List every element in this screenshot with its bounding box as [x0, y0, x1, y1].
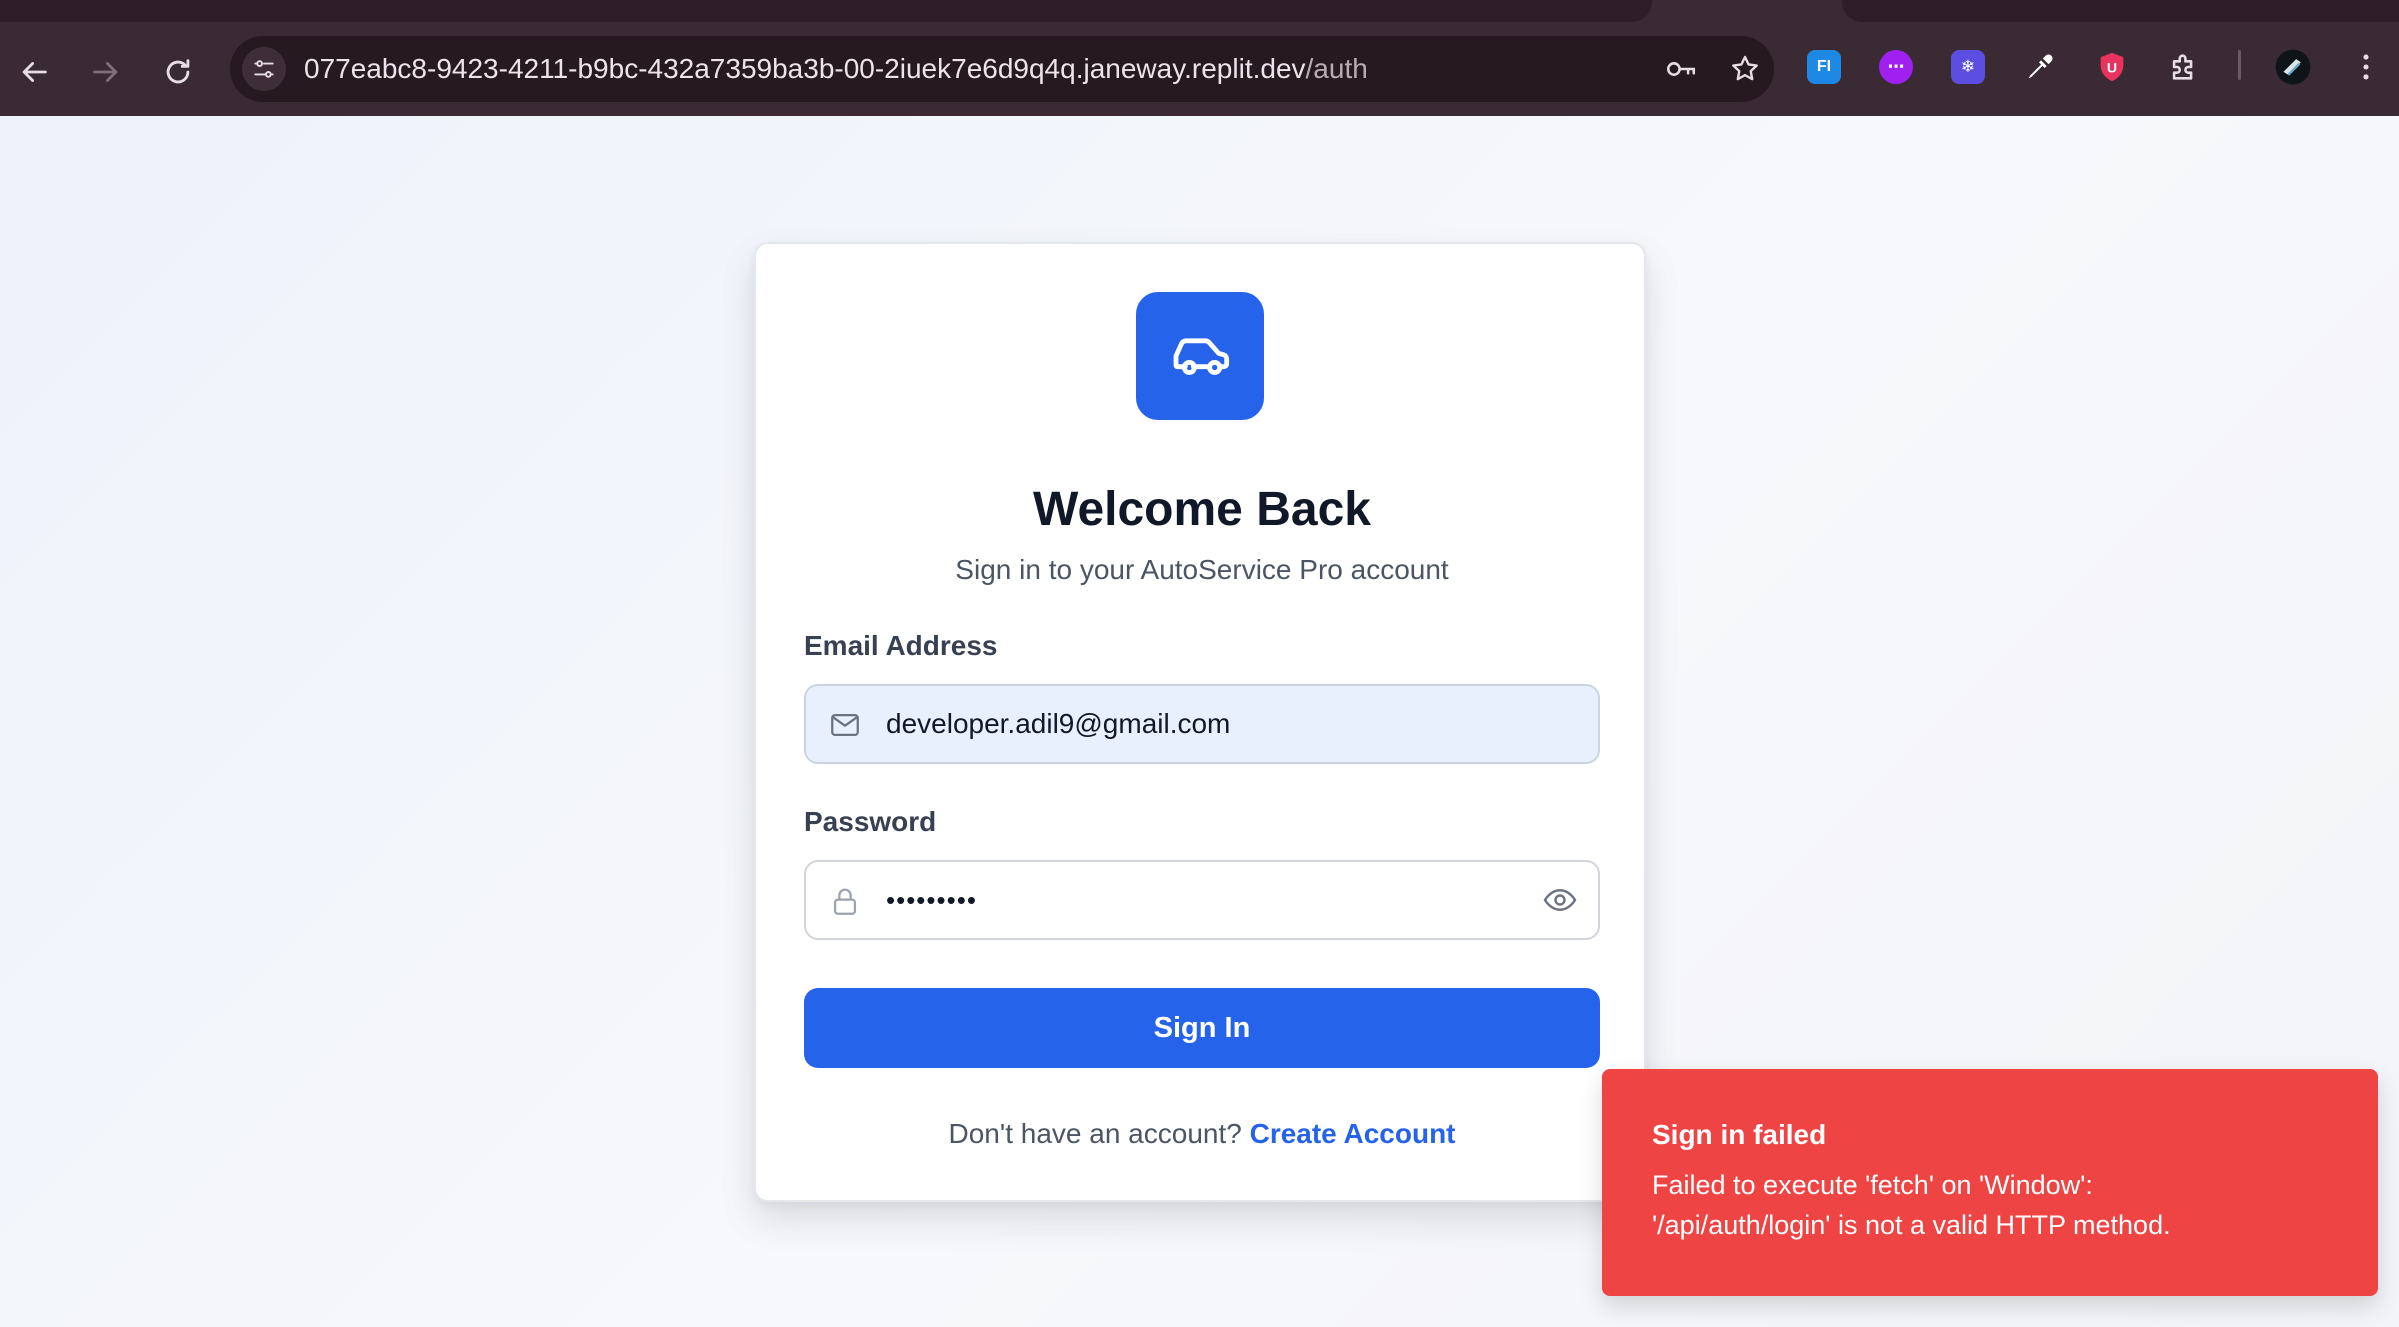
- toolbar-divider: [2238, 50, 2241, 80]
- reload-icon: [166, 59, 190, 84]
- browser-menu-button[interactable]: [2345, 46, 2387, 88]
- extension-snowflake[interactable]: ❄: [1947, 46, 1989, 88]
- password-value: •••••••••: [886, 885, 977, 915]
- profile-avatar-button[interactable]: [2272, 46, 2314, 88]
- purple-code-extension-icon: ⋯: [1879, 50, 1913, 84]
- sign-in-button[interactable]: Sign In: [804, 988, 1600, 1068]
- url-text[interactable]: 077eabc8-9423-4211-b9bc-432a7359ba3b-00-…: [304, 36, 1368, 102]
- app-logo: [1136, 292, 1264, 420]
- extension-shield[interactable]: U: [2091, 46, 2133, 88]
- tune-icon: [254, 60, 274, 78]
- toast-title: Sign in failed: [1652, 1119, 1827, 1150]
- browser-toolbar: 077eabc8-9423-4211-b9bc-432a7359ba3b-00-…: [0, 22, 2399, 116]
- reload-button[interactable]: [158, 52, 198, 92]
- bookmark-star-button[interactable]: [1726, 50, 1764, 88]
- forward-button[interactable]: [86, 52, 126, 92]
- key-icon: [1666, 62, 1696, 76]
- error-toast[interactable]: Sign in failed Failed to execute 'fetch'…: [1602, 1069, 2378, 1296]
- kebab-menu-icon: [2363, 54, 2369, 80]
- back-button[interactable]: [14, 52, 54, 92]
- url-path: /auth: [1305, 53, 1368, 84]
- arrow-right-icon: [93, 62, 118, 82]
- password-key-button[interactable]: [1662, 50, 1700, 88]
- extension-purple[interactable]: ⋯: [1875, 46, 1917, 88]
- page-subtitle: Sign in to your AutoService Pro account: [955, 554, 1449, 585]
- eyedropper-extension-icon: [2028, 54, 2053, 79]
- email-label: Email Address: [804, 630, 998, 661]
- tab-area-left: [0, 0, 1652, 22]
- email-value: developer.adil9@gmail.com: [886, 708, 1231, 739]
- puzzle-icon: [2172, 54, 2193, 80]
- email-field[interactable]: developer.adil9@gmail.com: [804, 684, 1600, 764]
- snowflake-extension-icon: ❄: [1951, 50, 1985, 84]
- eye-icon[interactable]: [1542, 882, 1578, 918]
- password-field[interactable]: •••••••••: [804, 860, 1600, 940]
- signin-card: Welcome Back Sign in to your AutoService…: [754, 242, 1646, 1202]
- mail-icon: [831, 713, 859, 737]
- lock-icon: [833, 888, 857, 915]
- extension-eyedropper[interactable]: [2019, 46, 2061, 88]
- fi-extension-icon: FI: [1807, 50, 1841, 84]
- toast-description: Failed to execute 'fetch' on 'Window': '…: [1652, 1165, 2342, 1245]
- create-account-link[interactable]: Create Account: [1250, 1118, 1456, 1149]
- site-info-button[interactable]: [242, 47, 286, 91]
- svg-text:U: U: [2107, 61, 2117, 77]
- extension-fi[interactable]: FI: [1803, 46, 1845, 88]
- extensions-menu-button[interactable]: [2163, 46, 2205, 88]
- toast-line-1: Failed to execute 'fetch' on 'Window':: [1652, 1170, 2093, 1200]
- tab-strip: [0, 0, 2399, 22]
- address-bar[interactable]: 077eabc8-9423-4211-b9bc-432a7359ba3b-00-…: [230, 36, 1774, 102]
- signup-prompt-text: Don't have an account?: [948, 1118, 1250, 1149]
- page-title: Welcome Back: [1033, 483, 1371, 536]
- toast-line-2: '/api/auth/login' is not a valid HTTP me…: [1652, 1210, 2171, 1240]
- arrow-left-icon: [22, 62, 47, 82]
- password-label: Password: [804, 806, 937, 837]
- car-icon: [1173, 338, 1230, 375]
- star-icon: [1732, 55, 1758, 81]
- tab-area-right: [1842, 0, 2399, 22]
- url-host: 077eabc8-9423-4211-b9bc-432a7359ba3b-00-…: [304, 53, 1306, 84]
- signup-prompt: Don't have an account? Create Account: [756, 1118, 1648, 1150]
- avatar-icon: [2275, 49, 2311, 85]
- shield-u-extension-icon: U: [2100, 52, 2124, 82]
